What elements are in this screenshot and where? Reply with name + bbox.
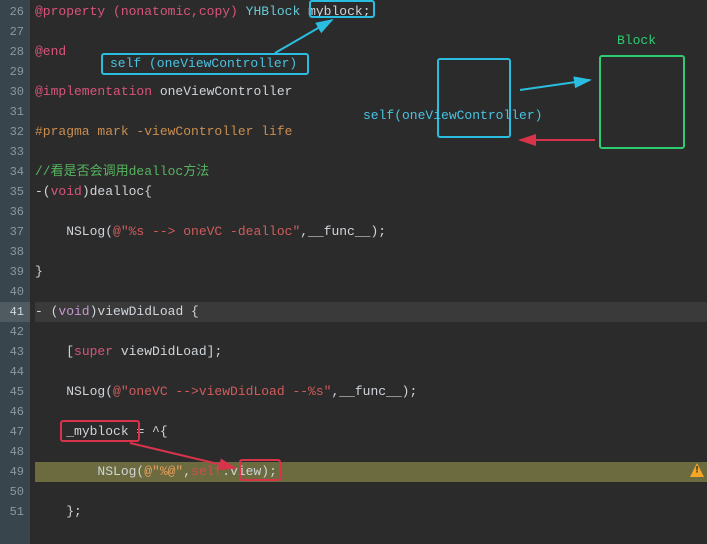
code-line — [35, 62, 707, 82]
line-number: 28 — [0, 42, 30, 62]
code-line — [35, 442, 707, 462]
line-number: 44 — [0, 362, 30, 382]
line-number: 35 — [0, 182, 30, 202]
line-number: 50 — [0, 482, 30, 502]
code-line: @property (nonatomic,copy) YHBlock myblo… — [35, 2, 707, 22]
line-number: 34 — [0, 162, 30, 182]
code-line: _myblock = ^{ — [35, 422, 707, 442]
line-number: 51 — [0, 502, 30, 522]
code-line — [35, 402, 707, 422]
code-line: NSLog(@"%s --> oneVC -dealloc",__func__)… — [35, 222, 707, 242]
line-number: 45 — [0, 382, 30, 402]
code-line: }; — [35, 502, 707, 522]
line-number: 46 — [0, 402, 30, 422]
code-line — [35, 362, 707, 382]
code-line: [super viewDidLoad]; — [35, 342, 707, 362]
line-number: 38 — [0, 242, 30, 262]
code-line — [35, 482, 707, 502]
line-number: 37 — [0, 222, 30, 242]
line-number: 39 — [0, 262, 30, 282]
line-number: 36 — [0, 202, 30, 222]
code-editor[interactable]: 2627282930313233343536373839404142434445… — [0, 0, 707, 544]
code-area[interactable]: @property (nonatomic,copy) YHBlock myblo… — [30, 0, 707, 544]
code-line — [35, 202, 707, 222]
code-line: } — [35, 262, 707, 282]
code-line — [35, 282, 707, 302]
line-number: 29 — [0, 62, 30, 82]
code-line-warning: NSLog(@"%@",self.view); — [35, 462, 707, 482]
code-line: NSLog(@"oneVC -->viewDidLoad --%s",__fun… — [35, 382, 707, 402]
line-number: 32 — [0, 122, 30, 142]
line-number: 42 — [0, 322, 30, 342]
code-line: //看是否会调用dealloc方法 — [35, 162, 707, 182]
code-line: -(void)dealloc{ — [35, 182, 707, 202]
line-number: 40 — [0, 282, 30, 302]
line-number: 27 — [0, 22, 30, 42]
code-line: @implementation oneViewController — [35, 82, 707, 102]
line-number: 47 — [0, 422, 30, 442]
line-number: 48 — [0, 442, 30, 462]
line-gutter: 2627282930313233343536373839404142434445… — [0, 0, 30, 544]
line-number: 43 — [0, 342, 30, 362]
line-number: 33 — [0, 142, 30, 162]
line-number: 26 — [0, 2, 30, 22]
code-line: #pragma mark -viewController life — [35, 122, 707, 142]
code-line — [35, 22, 707, 42]
code-line: @end — [35, 42, 707, 62]
line-number: 31 — [0, 102, 30, 122]
line-number: 30 — [0, 82, 30, 102]
code-line: - (void)viewDidLoad { — [35, 302, 707, 322]
code-line — [35, 242, 707, 262]
code-line — [35, 322, 707, 342]
line-number: 41 — [0, 302, 30, 322]
code-line — [35, 142, 707, 162]
line-number: 49 — [0, 462, 30, 482]
code-line — [35, 102, 707, 122]
